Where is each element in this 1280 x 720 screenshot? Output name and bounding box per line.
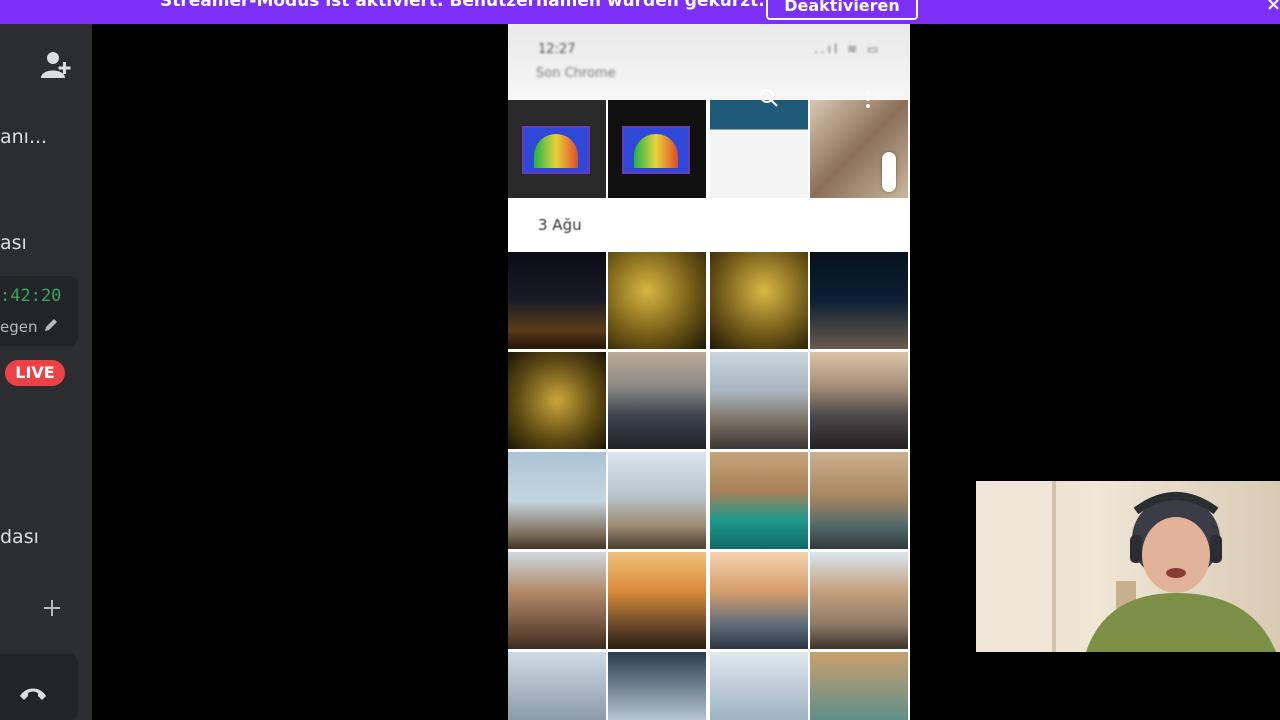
webcam-person-image [976,481,1276,652]
stream-status-panel: :42:20 egen [0,276,78,346]
voice-call-panel [0,654,78,720]
date-label: 3 Ağu [538,216,582,234]
video-thumbnail[interactable] [508,652,606,720]
banner-message: Streamer-Modus ist aktiviert. Benutzerna… [160,0,765,11]
video-thumbnail[interactable] [608,552,706,649]
video-thumbnail[interactable] [810,352,908,449]
thumbnail-content [522,126,590,174]
video-thumbnail[interactable] [508,352,606,449]
video-thumbnail[interactable] [810,452,908,549]
video-thumbnail[interactable] [710,552,808,649]
elapsed-timer: :42:20 [0,286,62,306]
video-thumbnail[interactable] [710,452,808,549]
more-options-icon[interactable] [864,88,872,110]
video-thumbnail[interactable] [810,652,908,720]
webcam-overlay [976,481,1280,652]
video-thumbnail[interactable] [810,552,908,649]
video-thumbnail[interactable] [508,252,606,349]
shared-phone-screen: 12:27 Son Chrome ..ıl ≋ ▭ 3 Ağu [508,24,910,720]
scrollbar-handle[interactable] [882,152,896,192]
video-thumbnail[interactable] [608,252,706,349]
photo-thumbnail[interactable] [608,100,706,198]
status-icons: ..ıl ≋ ▭ [814,42,882,56]
phone-status-bar: 12:27 Son Chrome ..ıl ≋ ▭ [508,24,910,100]
video-thumbnail[interactable] [710,252,808,349]
sidebar-item-label[interactable]: anı... [0,126,47,148]
video-thumbnail[interactable] [508,552,606,649]
streamer-mode-banner: Streamer-Modus ist aktiviert. Benutzerna… [0,0,1280,24]
pencil-icon[interactable] [42,316,60,334]
photo-thumbnail[interactable] [508,100,606,198]
deactivate-button[interactable]: Deaktivieren [766,0,918,20]
date-header: 3 Ağu [508,198,910,250]
photo-thumbnail[interactable] [710,100,808,198]
search-icon[interactable] [758,87,780,109]
video-thumbnail[interactable] [608,652,706,720]
video-thumbnail[interactable] [608,352,706,449]
status-apps: Son Chrome [536,66,616,81]
live-badge: LIVE [5,360,65,386]
video-thumbnail[interactable] [608,452,706,549]
video-thumbnail[interactable] [508,452,606,549]
video-thumbnail[interactable] [710,652,808,720]
video-thumbnail[interactable] [710,352,808,449]
close-icon[interactable]: × [1266,0,1280,15]
hang-up-phone-icon[interactable] [18,684,48,704]
sidebar-item-label[interactable]: ası [0,232,27,254]
status-time: 12:27 [538,42,576,57]
plus-icon[interactable] [40,596,64,620]
video-thumbnail[interactable] [810,252,908,349]
thumbnail-content [622,126,690,174]
add-user-icon[interactable] [38,48,72,82]
stream-subtitle: egen [0,318,38,336]
sidebar: anı... ası :42:20 egen LIVE dası [0,24,92,720]
sidebar-item-label[interactable]: dası [0,526,39,548]
